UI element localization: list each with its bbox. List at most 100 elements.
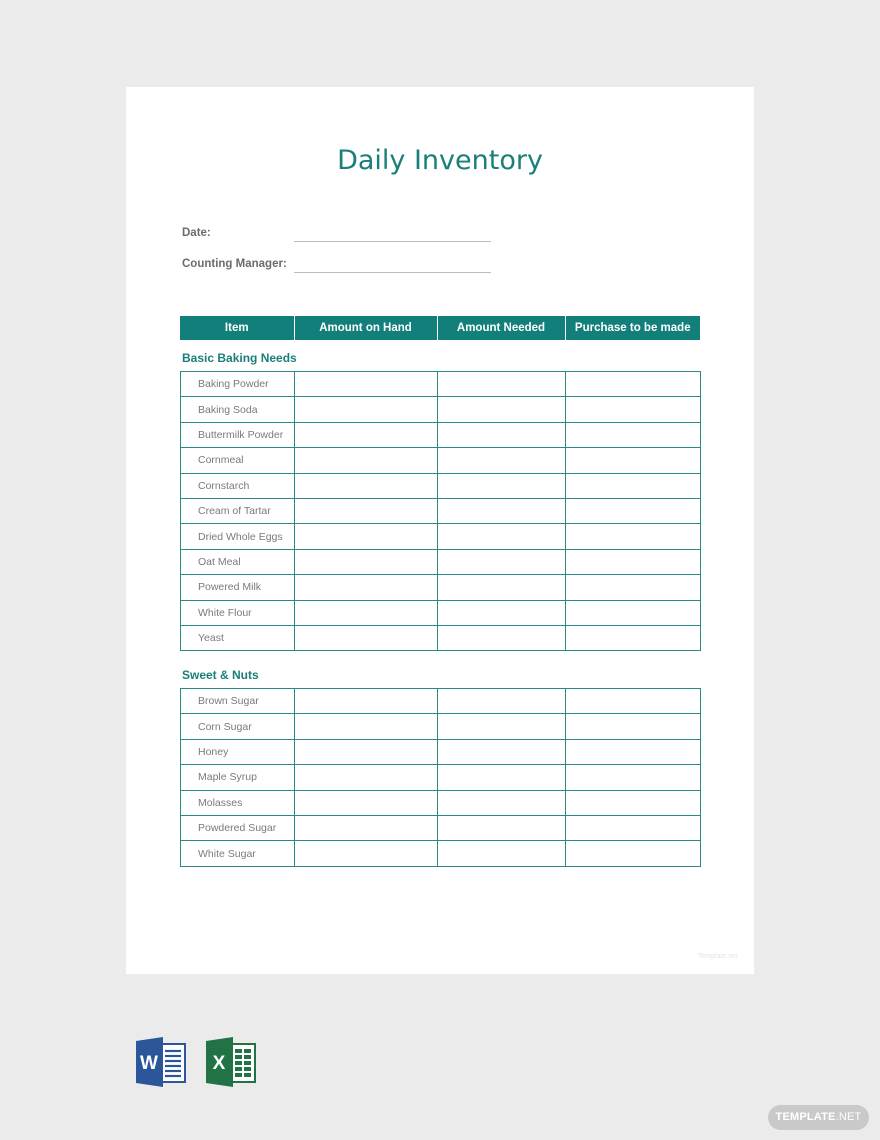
item-name: Yeast xyxy=(180,624,295,652)
amount-on-hand-cell[interactable] xyxy=(294,523,438,550)
item-name: Honey xyxy=(180,738,295,766)
table-row: White Flour xyxy=(180,599,701,626)
watermark: Template.net xyxy=(697,953,738,960)
table-row: Baking Soda xyxy=(180,396,701,423)
item-name: Maple Syrup xyxy=(180,764,295,791)
amount-needed-cell[interactable] xyxy=(437,840,566,867)
amount-needed-cell[interactable] xyxy=(437,370,566,398)
table-row: Molasses xyxy=(180,789,701,816)
amount-on-hand-cell[interactable] xyxy=(294,624,438,652)
table-row: Honey xyxy=(180,738,701,766)
table-row: Powered Milk xyxy=(180,574,701,601)
purchase-cell[interactable] xyxy=(565,523,701,550)
amount-on-hand-cell[interactable] xyxy=(294,687,438,715)
amount-on-hand-cell[interactable] xyxy=(294,396,438,423)
table-row: Cornmeal xyxy=(180,447,701,474)
item-name: White Sugar xyxy=(180,840,295,867)
amount-needed-cell[interactable] xyxy=(437,814,566,842)
amount-needed-cell[interactable] xyxy=(437,764,566,791)
item-name: Buttermilk Powder xyxy=(180,421,295,449)
amount-needed-cell[interactable] xyxy=(437,574,566,601)
table-row: White Sugar xyxy=(180,840,701,867)
amount-on-hand-cell[interactable] xyxy=(294,370,438,398)
purchase-cell[interactable] xyxy=(565,687,701,715)
amount-on-hand-cell[interactable] xyxy=(294,497,438,525)
purchase-cell[interactable] xyxy=(565,497,701,525)
item-name: Cornmeal xyxy=(180,447,295,474)
table-row: Cornstarch xyxy=(180,472,701,499)
table-row: Powdered Sugar xyxy=(180,814,701,842)
table-basic-baking: Baking Powder Baking Soda Buttermilk Powde… xyxy=(180,370,701,652)
amount-needed-cell[interactable] xyxy=(437,548,566,576)
purchase-cell[interactable] xyxy=(565,396,701,423)
purchase-cell[interactable] xyxy=(565,472,701,499)
table-row: Oat Meal xyxy=(180,548,701,576)
amount-needed-cell[interactable] xyxy=(437,599,566,626)
column-amount-needed: Amount Needed xyxy=(436,316,565,340)
word-letter: W xyxy=(140,1053,158,1074)
purchase-cell[interactable] xyxy=(565,764,701,791)
amount-on-hand-cell[interactable] xyxy=(294,548,438,576)
amount-needed-cell[interactable] xyxy=(437,472,566,499)
badge-bold: TEMPLATE xyxy=(775,1111,836,1123)
item-name: Brown Sugar xyxy=(180,687,295,715)
purchase-cell[interactable] xyxy=(565,789,701,816)
item-name: Corn Sugar xyxy=(180,713,295,740)
amount-on-hand-cell[interactable] xyxy=(294,421,438,449)
amount-on-hand-cell[interactable] xyxy=(294,840,438,867)
amount-on-hand-cell[interactable] xyxy=(294,447,438,474)
purchase-cell[interactable] xyxy=(565,447,701,474)
table-row: Brown Sugar xyxy=(180,687,701,715)
amount-needed-cell[interactable] xyxy=(437,523,566,550)
amount-on-hand-cell[interactable] xyxy=(294,764,438,791)
amount-needed-cell[interactable] xyxy=(437,497,566,525)
amount-needed-cell[interactable] xyxy=(437,789,566,816)
amount-needed-cell[interactable] xyxy=(437,687,566,715)
column-amount-on-hand: Amount on Hand xyxy=(293,316,437,340)
table-sweet-nuts: Brown Sugar Corn Sugar Honey Maple Syrup Mol… xyxy=(180,687,701,867)
amount-needed-cell[interactable] xyxy=(437,396,566,423)
purchase-cell[interactable] xyxy=(565,421,701,449)
purchase-cell[interactable] xyxy=(565,548,701,576)
amount-on-hand-cell[interactable] xyxy=(294,599,438,626)
item-name: Dried Whole Eggs xyxy=(180,523,295,550)
word-icon[interactable]: W xyxy=(135,1036,187,1088)
purchase-cell[interactable] xyxy=(565,370,701,398)
column-item: Item xyxy=(180,316,294,340)
excel-icon[interactable]: X xyxy=(205,1036,257,1088)
purchase-cell[interactable] xyxy=(565,738,701,766)
table-row: Buttermilk Powder xyxy=(180,421,701,449)
amount-needed-cell[interactable] xyxy=(437,447,566,474)
section-title-basic-baking: Basic Baking Needs xyxy=(182,351,297,365)
table-row: Baking Powder xyxy=(180,370,701,398)
amount-needed-cell[interactable] xyxy=(437,421,566,449)
date-field[interactable] xyxy=(294,241,491,242)
date-label: Date: xyxy=(182,227,211,239)
purchase-cell[interactable] xyxy=(565,840,701,867)
amount-on-hand-cell[interactable] xyxy=(294,814,438,842)
purchase-cell[interactable] xyxy=(565,574,701,601)
table-row: Corn Sugar xyxy=(180,713,701,740)
table-row: Yeast xyxy=(180,624,701,652)
amount-needed-cell[interactable] xyxy=(437,738,566,766)
amount-on-hand-cell[interactable] xyxy=(294,789,438,816)
item-name: Cream of Tartar xyxy=(180,497,295,525)
amount-on-hand-cell[interactable] xyxy=(294,472,438,499)
purchase-cell[interactable] xyxy=(565,599,701,626)
counting-manager-field[interactable] xyxy=(294,272,491,273)
purchase-cell[interactable] xyxy=(565,624,701,652)
purchase-cell[interactable] xyxy=(565,814,701,842)
badge-rest: .NET xyxy=(835,1111,862,1123)
amount-on-hand-cell[interactable] xyxy=(294,574,438,601)
purchase-cell[interactable] xyxy=(565,713,701,740)
document-page: Daily Inventory Date: Counting Manager: … xyxy=(126,87,754,974)
amount-on-hand-cell[interactable] xyxy=(294,738,438,766)
column-header: Item Amount on Hand Amount Needed Purcha… xyxy=(180,316,700,340)
amount-on-hand-cell[interactable] xyxy=(294,713,438,740)
excel-letter: X xyxy=(213,1053,226,1074)
item-name: Cornstarch xyxy=(180,472,295,499)
amount-needed-cell[interactable] xyxy=(437,713,566,740)
template-net-badge[interactable]: TEMPLATE.NET xyxy=(768,1105,869,1130)
amount-needed-cell[interactable] xyxy=(437,624,566,652)
table-row: Maple Syrup xyxy=(180,764,701,791)
